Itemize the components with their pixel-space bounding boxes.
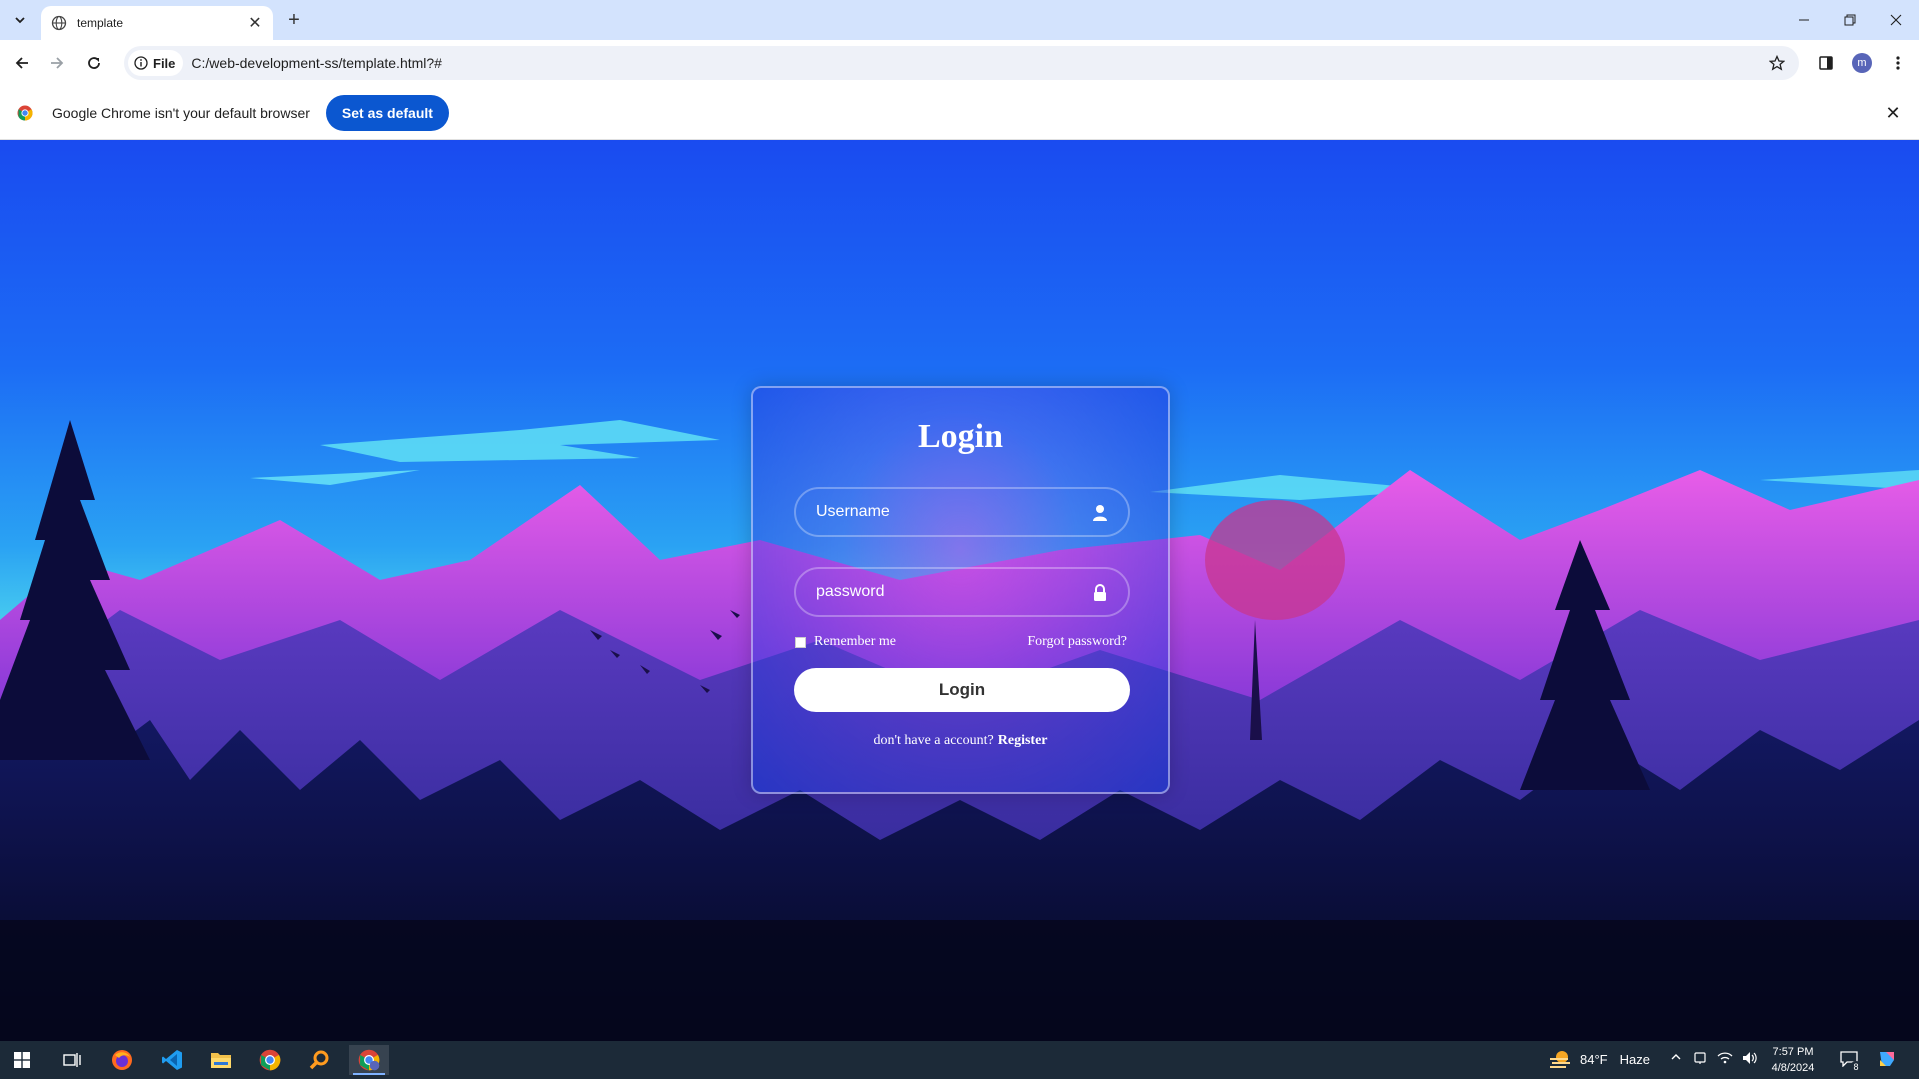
register-prompt: don't have a account? [873, 733, 994, 748]
tab-search-button[interactable] [6, 8, 34, 32]
copilot-icon[interactable] [1876, 1048, 1898, 1073]
side-panel-icon [1819, 56, 1833, 70]
remember-me-label: Remember me [814, 634, 897, 649]
taskbar-search-app[interactable] [299, 1045, 339, 1075]
info-icon [134, 56, 148, 70]
weather-desc: Haze [1619, 1051, 1650, 1067]
lock-icon [1094, 584, 1106, 601]
infobar-close-icon[interactable]: ✕ [1881, 101, 1905, 125]
restore-button[interactable] [1827, 0, 1873, 40]
browser-toolbar: File C:/web-development-ss/template.html… [0, 40, 1919, 86]
username-input[interactable] [816, 503, 1076, 521]
vscode-icon [162, 1050, 182, 1070]
login-title: Login [917, 418, 1004, 455]
tab-strip: template ✕ + [0, 0, 1919, 40]
notification-count: 8 [1850, 1061, 1862, 1073]
speaker-icon[interactable] [1742, 1051, 1758, 1068]
url-text[interactable]: C:/web-development-ss/template.html?# [191, 55, 1763, 71]
user-icon [1093, 505, 1107, 521]
tab-close-icon[interactable]: ✕ [245, 13, 265, 33]
chrome-profile-icon [358, 1049, 380, 1071]
profile-button[interactable]: m [1848, 49, 1876, 77]
taskbar-vscode[interactable] [152, 1045, 192, 1075]
login-button[interactable]: Login [794, 668, 1130, 712]
side-panel-button[interactable] [1812, 49, 1840, 77]
wifi-icon[interactable] [1717, 1051, 1733, 1068]
forgot-password-link[interactable]: Forgot password? [1027, 634, 1127, 650]
taskbar-chrome-profile[interactable] [349, 1045, 389, 1075]
forward-button[interactable] [43, 49, 71, 77]
task-view-icon [63, 1053, 81, 1067]
meet-now-icon[interactable] [1693, 1051, 1707, 1068]
login-card: Login Remember me Forgot password? Login… [751, 386, 1170, 794]
site-info-label: File [153, 55, 176, 71]
windows-logo-icon [14, 1052, 30, 1068]
reload-icon [88, 57, 100, 69]
back-button[interactable] [8, 49, 36, 77]
taskbar-chrome[interactable] [250, 1045, 290, 1075]
taskbar-firefox[interactable] [102, 1045, 142, 1075]
site-info-chip[interactable]: File [128, 50, 184, 76]
minimize-icon [1799, 19, 1809, 21]
password-input[interactable] [816, 583, 1076, 601]
remember-me[interactable]: Remember me [795, 634, 896, 650]
page-content: Login Remember me Forgot password? Login… [0, 140, 1919, 1041]
default-browser-infobar: Google Chrome isn't your default browser… [0, 86, 1919, 140]
chevron-down-icon [15, 17, 25, 24]
globe-icon [51, 15, 67, 31]
system-clock[interactable]: 7:57 PM 4/8/2024 [1770, 1044, 1816, 1076]
kebab-menu-icon [1896, 56, 1900, 70]
reload-button[interactable] [80, 49, 108, 77]
close-window-button[interactable] [1873, 0, 1919, 40]
register-line: don't have a account? Register [753, 733, 1168, 749]
infobar-message: Google Chrome isn't your default browser [52, 104, 310, 121]
register-link[interactable]: Register [998, 733, 1048, 748]
arrow-left-icon [15, 57, 28, 69]
minimize-button[interactable] [1781, 0, 1827, 40]
tray-chevron-icon[interactable] [1670, 1051, 1682, 1066]
new-tab-button[interactable]: + [280, 8, 308, 32]
weather-temp: 84°F [1580, 1051, 1608, 1067]
magnifier-icon [309, 1050, 329, 1070]
clock-date: 4/8/2024 [1771, 1062, 1815, 1074]
task-view-button[interactable] [52, 1045, 92, 1075]
password-field[interactable] [794, 567, 1130, 617]
bookmark-button[interactable] [1763, 49, 1791, 77]
menu-button[interactable] [1884, 49, 1912, 77]
taskbar-file-explorer[interactable] [201, 1045, 241, 1075]
arrow-right-icon [51, 57, 64, 69]
firefox-icon [112, 1050, 132, 1070]
address-bar[interactable]: File C:/web-development-ss/template.html… [124, 46, 1799, 80]
notification-center-button[interactable]: 8 [1838, 1049, 1862, 1073]
star-icon [1769, 55, 1785, 71]
chrome-icon [259, 1049, 281, 1071]
windows-taskbar: 84°F Haze 7:57 PM 4/8/2024 8 [0, 1041, 1919, 1079]
weather-widget[interactable]: 84°F Haze [1548, 1049, 1650, 1069]
folder-icon [211, 1053, 231, 1068]
chrome-logo-icon [17, 105, 33, 120]
close-icon [1890, 14, 1902, 26]
weather-haze-icon [1550, 1051, 1570, 1068]
start-button[interactable] [2, 1045, 42, 1075]
username-field[interactable] [794, 487, 1130, 537]
set-as-default-button[interactable]: Set as default [325, 94, 449, 131]
tab-title: template [77, 16, 124, 30]
restore-icon [1844, 14, 1856, 26]
remember-me-checkbox[interactable] [795, 636, 806, 648]
tab-template[interactable]: template ✕ [41, 6, 273, 40]
avatar: m [1852, 53, 1872, 73]
clock-time: 7:57 PM [1772, 1046, 1814, 1058]
